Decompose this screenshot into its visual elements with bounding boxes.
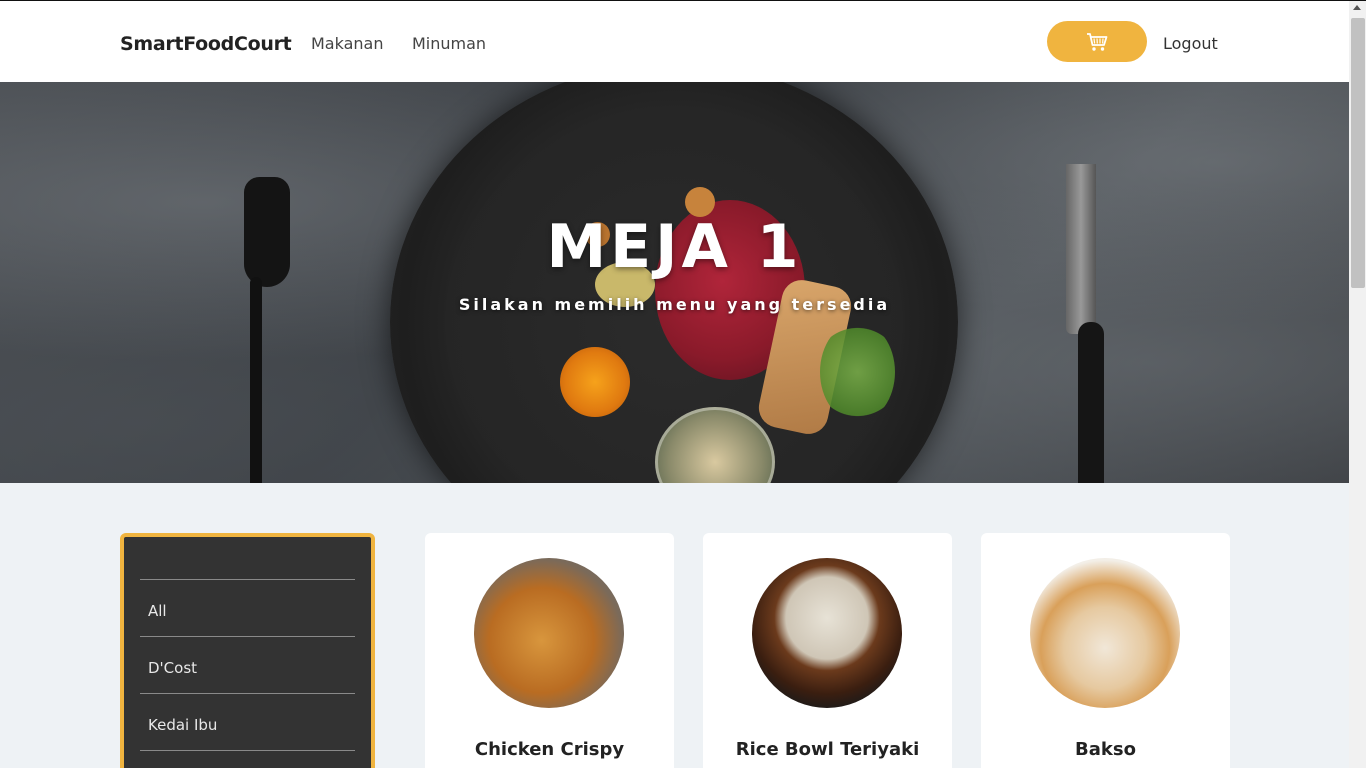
product-title[interactable]: Bakso xyxy=(981,739,1230,760)
product-title[interactable]: Rice Bowl Teriyaki xyxy=(703,739,952,760)
product-image-bakso[interactable] xyxy=(1030,558,1180,708)
category-item-all[interactable]: All xyxy=(148,602,167,620)
shopping-cart-icon xyxy=(1087,32,1108,51)
category-divider xyxy=(140,693,355,694)
navbar: SmartFoodCourt Makanan Minuman Logout xyxy=(0,1,1349,82)
product-card[interactable]: Bakso xyxy=(981,533,1230,768)
brand-logo[interactable]: SmartFoodCourt xyxy=(120,33,292,55)
product-card[interactable]: Rice Bowl Teriyaki xyxy=(703,533,952,768)
product-card[interactable]: Chicken Crispy xyxy=(425,533,674,768)
hero-subtitle: Silakan memilih menu yang tersedia xyxy=(458,295,891,314)
nav-link-minuman[interactable]: Minuman xyxy=(412,34,486,53)
category-sidebar: All D'Cost Kedai Ibu xyxy=(120,533,375,768)
scrollbar-thumb[interactable] xyxy=(1351,18,1365,288)
category-item-dcost[interactable]: D'Cost xyxy=(148,659,197,677)
product-title[interactable]: Chicken Crispy xyxy=(425,739,674,760)
product-image-chicken-crispy[interactable] xyxy=(474,558,624,708)
logout-link[interactable]: Logout xyxy=(1163,34,1218,53)
hero-title: MEJA 1 xyxy=(546,212,803,282)
category-divider xyxy=(140,579,355,580)
scroll-up-arrow-icon[interactable] xyxy=(1353,5,1361,10)
hero-banner xyxy=(0,82,1349,483)
category-item-kedai-ibu[interactable]: Kedai Ibu xyxy=(148,716,217,734)
category-divider xyxy=(140,636,355,637)
nav-link-makanan[interactable]: Makanan xyxy=(311,34,383,53)
cart-button[interactable] xyxy=(1047,21,1147,62)
product-image-rice-bowl-teriyaki[interactable] xyxy=(752,558,902,708)
category-divider xyxy=(140,750,355,751)
